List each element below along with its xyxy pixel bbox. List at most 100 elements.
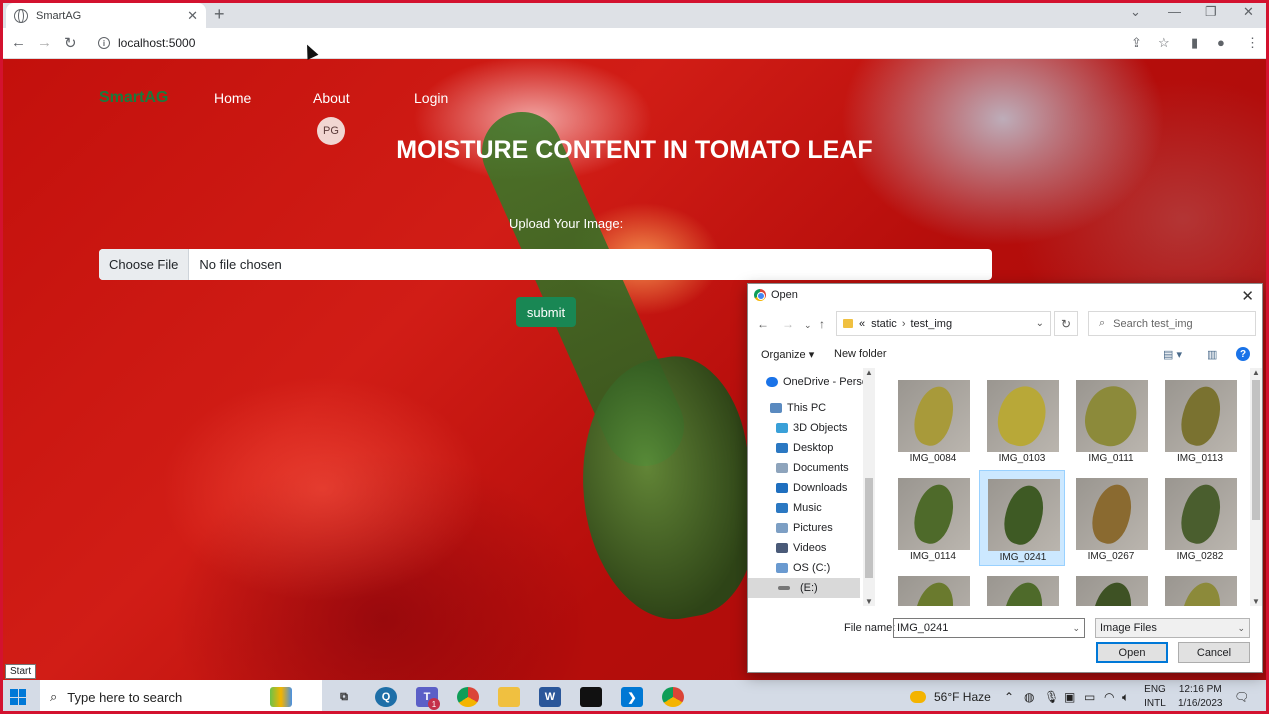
file-thumbnail[interactable]: IMG_0267 <box>1068 470 1154 566</box>
file-explorer-icon[interactable] <box>498 687 520 707</box>
word-icon[interactable]: W <box>539 687 561 707</box>
meet-now-icon[interactable]: ◍ <box>1024 680 1034 714</box>
site-brand[interactable]: SmartAG <box>99 89 168 107</box>
search-highlight-icon[interactable] <box>270 687 292 707</box>
nav-pane-scrollbar[interactable]: ▲ ▼ <box>863 368 875 606</box>
forward-icon[interactable]: → <box>37 34 52 51</box>
file-thumbnail[interactable] <box>890 568 976 606</box>
profile-avatar[interactable]: PG <box>317 117 345 145</box>
back-icon[interactable]: ← <box>11 34 26 51</box>
minimize-icon[interactable]: — <box>1168 4 1181 19</box>
language-indicator[interactable]: ENG INTL <box>1142 683 1168 711</box>
filetype-select[interactable]: Image Files ⌄ <box>1095 618 1250 638</box>
bookmark-star-icon[interactable]: ☆ <box>1158 35 1170 51</box>
preview-pane-icon[interactable]: ▥ <box>1207 348 1217 361</box>
dialog-close-icon[interactable]: ✕ <box>1241 287 1254 305</box>
refresh-icon[interactable]: ↻ <box>1054 311 1078 336</box>
vscode-icon[interactable]: ❯ <box>621 687 643 713</box>
file-thumbnail[interactable] <box>979 568 1065 606</box>
path-breadcrumb[interactable]: « static › test_img ⌄ <box>836 311 1051 336</box>
nav-item-os-c[interactable]: OS (C:) <box>776 558 830 578</box>
microphone-icon[interactable]: 🎙︎ <box>1044 680 1059 714</box>
nav-home[interactable]: Home <box>214 90 251 106</box>
nav-item-downloads[interactable]: Downloads <box>776 478 847 498</box>
choose-file-button[interactable]: Choose File <box>99 249 190 280</box>
path-prefix: « <box>859 317 866 330</box>
nav-item-documents[interactable]: Documents <box>776 458 849 478</box>
share-icon[interactable]: ⇪ <box>1131 35 1142 51</box>
recent-locations-icon[interactable]: ⌄ <box>804 320 812 331</box>
wifi-icon[interactable]: ◠ <box>1104 680 1114 714</box>
chrome-taskbar-icon[interactable] <box>457 687 479 707</box>
nav-about[interactable]: About <box>313 90 350 106</box>
battery-icon[interactable]: ▭ <box>1084 680 1095 714</box>
tab-close-icon[interactable]: ✕ <box>187 8 198 24</box>
weather-widget[interactable]: 56°F Haze <box>910 680 991 714</box>
nav-item-3d-objects[interactable]: 3D Objects <box>776 418 847 438</box>
file-thumbnail-selected[interactable]: IMG_0241 <box>979 470 1065 566</box>
tab-search-icon[interactable]: ⌄ <box>1130 4 1141 20</box>
scroll-up-icon[interactable]: ▲ <box>865 368 873 377</box>
scroll-up-icon[interactable]: ▲ <box>1252 368 1260 377</box>
open-button[interactable]: Open <box>1096 642 1168 663</box>
nav-item-videos[interactable]: Videos <box>776 538 826 558</box>
profile-icon[interactable]: ● <box>1217 35 1225 50</box>
nav-item-this-pc[interactable]: This PC <box>770 398 826 418</box>
file-thumbnail[interactable] <box>1157 568 1243 606</box>
organize-menu[interactable]: Organize ▾ <box>761 348 814 361</box>
menu-kebab-icon[interactable]: ⋮ <box>1246 35 1259 51</box>
path-segment-test-img[interactable]: test_img <box>910 318 952 330</box>
terminal-icon[interactable] <box>580 687 602 707</box>
browser-tab[interactable]: SmartAG ✕ <box>6 3 206 28</box>
new-folder-button[interactable]: New folder <box>834 348 887 360</box>
file-thumbnail[interactable]: IMG_0282 <box>1157 470 1243 566</box>
file-input[interactable]: Choose File No file chosen <box>99 249 992 280</box>
nav-item-onedrive[interactable]: OneDrive - Person <box>766 372 874 392</box>
web-search-app-icon[interactable]: Q <box>375 687 397 707</box>
scroll-down-icon[interactable]: ▼ <box>865 597 873 606</box>
volume-icon[interactable]: 🔈︎ <box>1122 680 1129 714</box>
info-icon[interactable]: i <box>98 37 110 49</box>
windows-start-icon[interactable] <box>10 689 26 705</box>
help-icon[interactable]: ? <box>1236 347 1250 361</box>
file-thumbnail[interactable]: IMG_0103 <box>979 372 1065 468</box>
submit-button[interactable]: submit <box>516 297 576 327</box>
chevron-down-icon[interactable]: ⌄ <box>1036 318 1044 329</box>
folder-search-input[interactable]: ⌕ Search test_img <box>1088 311 1256 336</box>
nav-item-drive-e[interactable]: (E:) <box>748 578 860 598</box>
nav-login[interactable]: Login <box>414 90 448 106</box>
clock[interactable]: 12:16 PM 1/16/2023 <box>1178 683 1223 711</box>
cancel-button[interactable]: Cancel <box>1178 642 1250 663</box>
nav-item-desktop[interactable]: Desktop <box>776 438 833 458</box>
task-view-icon[interactable]: ⧉ <box>333 687 355 707</box>
up-folder-icon[interactable]: ↑ <box>819 317 825 331</box>
nav-item-music[interactable]: Music <box>776 498 822 518</box>
chevron-down-icon[interactable]: ⌄ <box>1237 623 1245 634</box>
side-panel-icon[interactable]: ▮ <box>1191 35 1198 51</box>
scroll-down-icon[interactable]: ▼ <box>1252 597 1260 606</box>
file-thumbnail[interactable] <box>1068 568 1154 606</box>
tray-chevron-up-icon[interactable]: ⌃ <box>1004 680 1014 714</box>
scroll-thumb[interactable] <box>865 478 873 578</box>
dialog-back-icon[interactable]: ← <box>757 317 769 331</box>
file-thumbnail[interactable]: IMG_0084 <box>890 372 976 468</box>
scroll-thumb[interactable] <box>1252 380 1260 520</box>
chevron-down-icon[interactable]: ⌄ <box>1072 623 1080 634</box>
new-tab-icon[interactable]: + <box>214 4 225 25</box>
reload-icon[interactable]: ↻ <box>64 34 77 52</box>
view-options-icon[interactable]: ▤ ▾ <box>1163 348 1182 361</box>
window-close-icon[interactable]: ✕ <box>1243 4 1254 20</box>
address-bar[interactable]: i localhost:5000 <box>90 31 1120 55</box>
restore-icon[interactable]: ❐ <box>1205 4 1217 20</box>
chrome-active-icon[interactable] <box>662 687 684 713</box>
file-thumbnail[interactable]: IMG_0113 <box>1157 372 1243 468</box>
dialog-forward-icon[interactable]: → <box>782 317 794 331</box>
file-thumbnail[interactable]: IMG_0114 <box>890 470 976 566</box>
notifications-icon[interactable]: 🗨︎ <box>1234 680 1249 714</box>
path-segment-static[interactable]: static <box>871 318 897 330</box>
file-thumbnail[interactable]: IMG_0111 <box>1068 372 1154 468</box>
file-grid-scrollbar[interactable]: ▲ ▼ <box>1250 368 1262 606</box>
filename-input[interactable]: IMG_0241 ⌄ <box>893 618 1085 638</box>
nav-item-pictures[interactable]: Pictures <box>776 518 833 538</box>
security-icon[interactable]: ▣ <box>1064 680 1075 714</box>
